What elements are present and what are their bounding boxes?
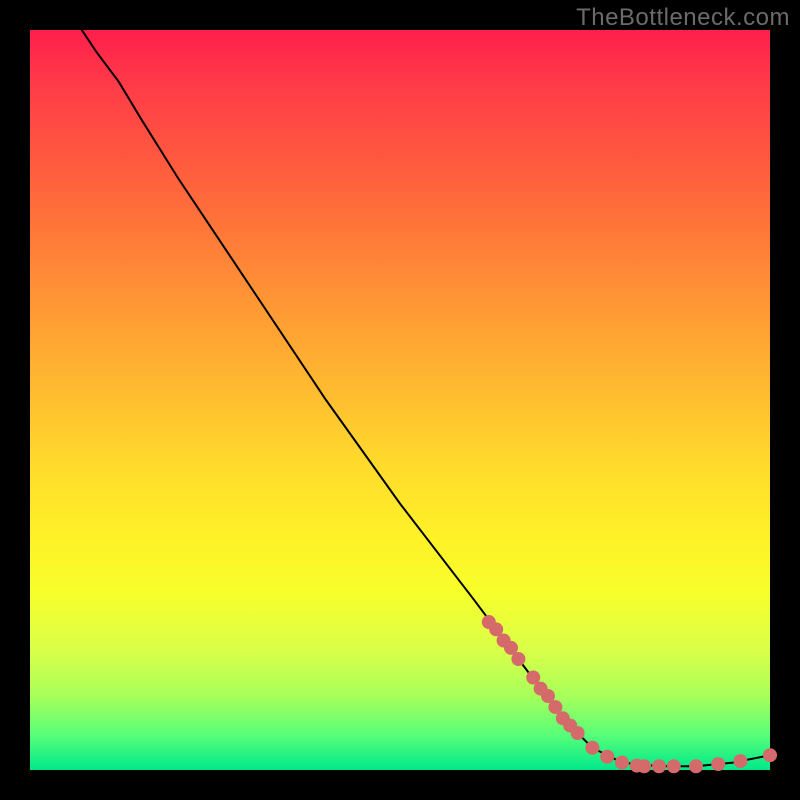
data-point [652, 759, 666, 773]
data-point [585, 741, 599, 755]
data-point [689, 759, 703, 773]
plot-area [30, 30, 770, 770]
data-point [637, 759, 651, 773]
watermark-text: TheBottleneck.com [576, 4, 790, 32]
curve-svg [30, 30, 770, 770]
data-point [733, 754, 747, 768]
data-point [571, 726, 585, 740]
chart-frame: TheBottleneck.com [0, 0, 800, 800]
data-point [615, 756, 629, 770]
data-point [763, 748, 777, 762]
bottleneck-curve [82, 30, 770, 766]
data-point [511, 652, 525, 666]
data-point [600, 750, 614, 764]
data-point [667, 759, 681, 773]
data-point [711, 757, 725, 771]
curve-markers [482, 615, 777, 773]
